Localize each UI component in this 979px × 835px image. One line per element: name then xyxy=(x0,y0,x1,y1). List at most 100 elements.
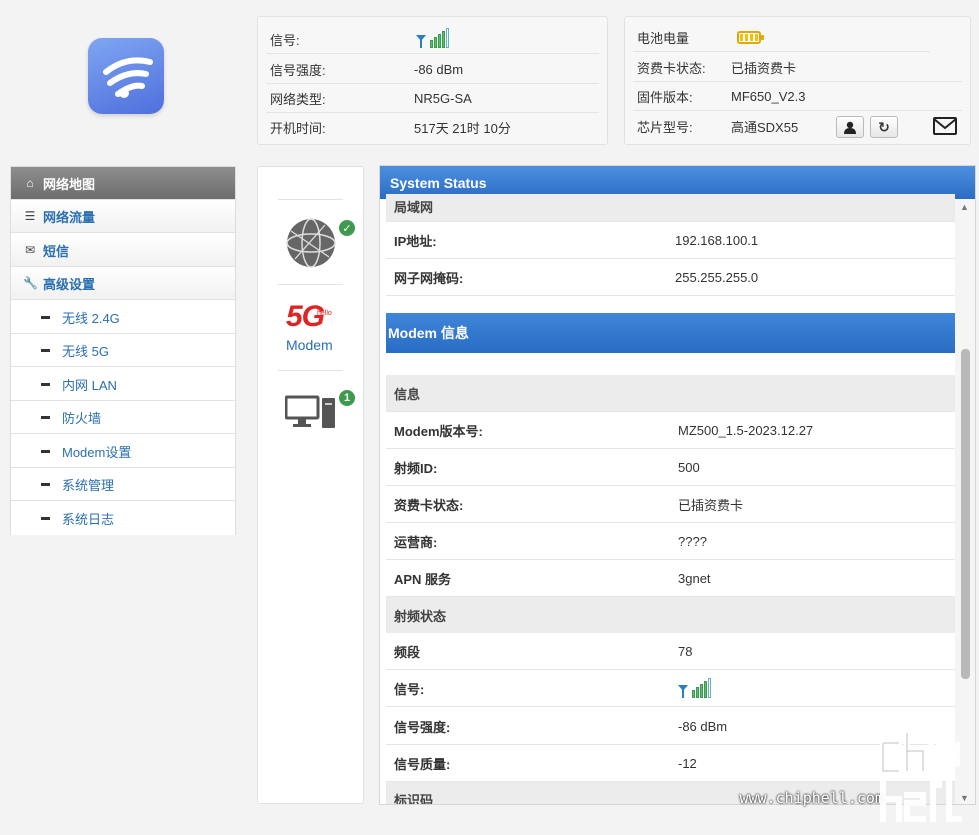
sidebar-item-system-log[interactable]: 系统日志 xyxy=(11,502,235,535)
divider xyxy=(278,370,343,371)
signal-bar xyxy=(430,40,433,48)
sidebar-item-label: 高级设置 xyxy=(43,276,96,292)
signal-info-box: 信号: 信号强度: -86 dBm 网络类型: NR5G-SA 开机时间: 51… xyxy=(257,16,608,145)
table-row: 射频ID: 500 xyxy=(386,449,955,486)
modem-label: Modem xyxy=(286,337,333,353)
signal-bar xyxy=(434,37,437,48)
signal-bar xyxy=(442,31,445,48)
table-row: 信号质量: -12 xyxy=(386,745,955,782)
modem-5g-label: 5G xyxy=(286,300,325,333)
sidebar-sub-label: Modem设置 xyxy=(62,444,132,460)
globe-icon xyxy=(286,218,336,268)
client-computer[interactable] xyxy=(284,395,337,429)
chip-value: 高通SDX55 xyxy=(731,120,799,135)
sidebar-item-wifi-24g[interactable]: 无线 2.4G xyxy=(11,301,235,334)
row-key: 运营商: xyxy=(394,534,438,550)
modem-hello-label: hello xyxy=(317,310,332,317)
row-key: 射频ID: xyxy=(394,460,438,476)
user-button[interactable] xyxy=(836,116,864,138)
row-value: 78 xyxy=(678,643,693,659)
sidebar-item-system-admin[interactable]: 系统管理 xyxy=(11,468,235,501)
sidebar-item-label: 网络流量 xyxy=(43,209,96,225)
table-row: APN 服务 3gnet xyxy=(386,560,955,597)
modem-5g-icon[interactable]: 5G hello Modem xyxy=(283,300,343,356)
scrollbar-thumb[interactable] xyxy=(961,349,970,679)
row-key: 资费卡状态: xyxy=(394,497,464,513)
row-key: IP地址: xyxy=(394,233,437,249)
sidebar-item-sms[interactable]: ✉ 短信 xyxy=(11,234,235,267)
signal-bars-icon xyxy=(416,28,449,51)
table-row: IP地址: 192.168.100.1 xyxy=(386,222,955,259)
sidebar-item-label: 网络地图 xyxy=(43,176,96,192)
sidebar-item-advanced[interactable]: 🔧 高级设置 xyxy=(11,267,235,300)
row-value: 192.168.100.1 xyxy=(675,232,759,248)
signal-bar xyxy=(704,681,707,698)
client-count-badge: 1 xyxy=(337,388,357,408)
dash-icon xyxy=(41,415,50,419)
dash-icon xyxy=(41,449,50,453)
row-value: 3gnet xyxy=(678,570,711,586)
sidebar-sub-label: 无线 5G xyxy=(62,343,109,359)
mail-icon xyxy=(933,117,957,135)
section-label: 局域网 xyxy=(394,200,434,215)
scroll-up-icon[interactable]: ▲ xyxy=(960,202,969,212)
topology-panel: ✓ 5G hello Modem 1 xyxy=(257,166,364,804)
sidebar-item-label: 短信 xyxy=(43,243,70,259)
row-value: 已插资费卡 xyxy=(678,497,744,513)
sidebar-nav: ⌂ 网络地图 ☰ 网络流量 ✉ 短信 🔧 高级设置 无线 2.4G 无线 5G … xyxy=(10,166,236,535)
section-label: 信息 xyxy=(394,386,421,402)
table-row: 资费卡状态: 已插资费卡 xyxy=(386,486,955,523)
row-key: APN 服务 xyxy=(394,571,452,587)
dash-icon xyxy=(41,348,50,352)
sidebar-item-modem-settings[interactable]: Modem设置 xyxy=(11,435,235,468)
connected-check-badge: ✓ xyxy=(337,218,357,238)
signal-strength-row: 信号强度: -86 dBm xyxy=(266,55,599,84)
chip-row: 芯片型号: 高通SDX55 xyxy=(633,112,962,141)
info-section-header: 信息 xyxy=(386,375,955,412)
divider xyxy=(278,284,343,285)
network-type-label: 网络类型: xyxy=(270,91,326,107)
row-key: 信号强度: xyxy=(394,719,451,735)
firmware-link[interactable]: MF650_V2.3 xyxy=(731,89,805,104)
sidebar-sub-label: 内网 LAN xyxy=(62,377,117,393)
row-value: MZ500_1.5-2023.12.27 xyxy=(678,422,814,438)
sidebar-item-traffic[interactable]: ☰ 网络流量 xyxy=(11,200,235,233)
home-icon: ⌂ xyxy=(26,176,34,190)
table-row: 频段 78 xyxy=(386,633,955,670)
firmware-row: 固件版本: MF650_V2.3 xyxy=(633,82,962,111)
row-value: ???? xyxy=(678,533,707,549)
row-value: 255.255.255.0 xyxy=(675,269,759,285)
section-label: 标识码 xyxy=(394,793,434,805)
signal-bar xyxy=(438,34,441,48)
signal-bar xyxy=(700,684,703,698)
row-key: Modem版本号: xyxy=(394,423,483,439)
envelope-icon: ✉ xyxy=(24,243,36,257)
status-scrollbar[interactable]: ▲ ▼ xyxy=(955,199,975,804)
dash-icon xyxy=(41,517,50,520)
chiphell-watermark-logo xyxy=(879,723,967,823)
wrench-icon: 🔧 xyxy=(23,276,38,290)
rf-section-header: 射频状态 xyxy=(386,597,955,634)
sidebar-sub-label: 系统日志 xyxy=(62,512,115,527)
sidebar-sub-label: 无线 2.4G xyxy=(62,310,120,326)
antenna-icon xyxy=(678,684,688,698)
signal-strength-label: 信号强度: xyxy=(270,62,326,78)
sidebar-item-wifi-5g[interactable]: 无线 5G xyxy=(11,334,235,367)
internet-globe[interactable] xyxy=(285,217,337,269)
signal-label: 信号: xyxy=(270,32,300,48)
section-label: 射频状态 xyxy=(394,608,447,624)
modem-info-header: Modem 信息 xyxy=(386,313,955,353)
sidebar-item-lan[interactable]: 内网 LAN xyxy=(11,368,235,401)
mail-button[interactable] xyxy=(933,117,957,135)
lan-section-header: 局域网 xyxy=(386,194,955,222)
refresh-button[interactable]: ↻ xyxy=(870,116,898,138)
divider xyxy=(278,199,343,200)
refresh-icon: ↻ xyxy=(878,118,890,135)
row-value: 500 xyxy=(678,459,700,475)
sidebar-item-firewall[interactable]: 防火墙 xyxy=(11,401,235,434)
list-icon: ☰ xyxy=(24,209,36,223)
table-row: 运营商: ???? xyxy=(386,523,955,560)
sidebar-item-network-map[interactable]: ⌂ 网络地图 xyxy=(11,167,235,200)
sidebar-sub-label: 防火墙 xyxy=(62,410,102,426)
user-icon xyxy=(844,121,856,134)
